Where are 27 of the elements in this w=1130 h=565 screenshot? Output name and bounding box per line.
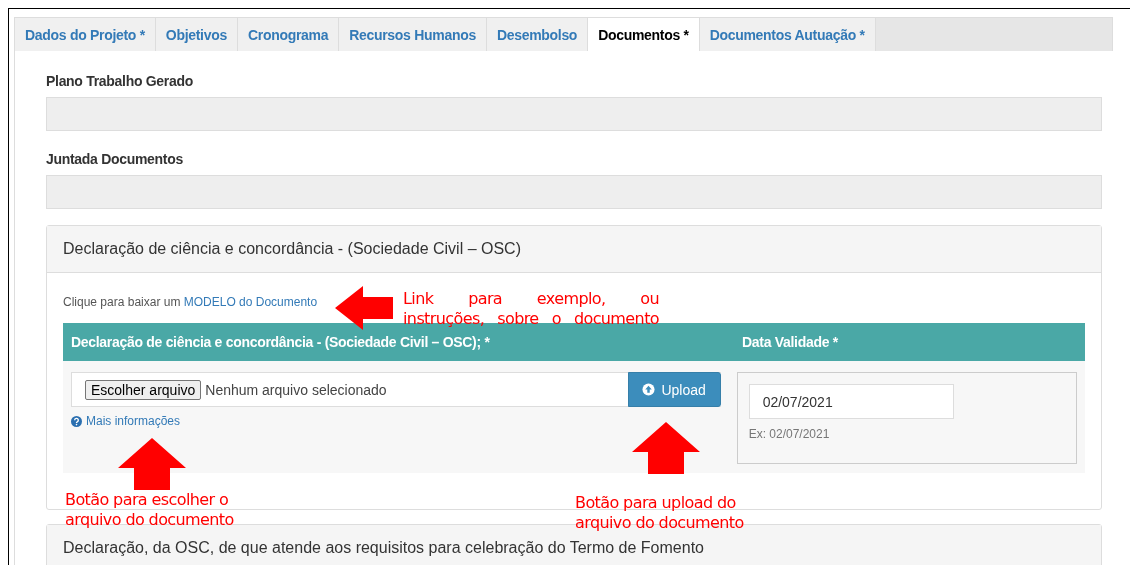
column-header: Declaração de ciência e concordância - (Sociedade Civil – OSC); * [70, 333, 491, 352]
upload-button[interactable]: Upload [627, 372, 721, 407]
upload-icon [642, 383, 656, 396]
choose-file-button[interactable]: Escolher arquivo [85, 379, 202, 400]
field-label: Plano Trabalho Gerado [46, 73, 194, 89]
annotation-note: Link para exemplo, ou instruções, sobre o documento [403, 289, 659, 329]
tab[interactable]: Recursos Humanos [339, 18, 487, 51]
info-link[interactable]: Mais informações [86, 414, 181, 428]
tab[interactable]: Desembolso [486, 18, 589, 51]
column-header: Data Validade * [741, 333, 839, 352]
file-input[interactable]: Escolher arquivo Nenhum arquivo selecionado Upload [71, 372, 721, 407]
arrow-annotation [335, 286, 393, 330]
model-link[interactable]: MODELO do Documento [183, 295, 318, 309]
tab[interactable]: Cronograma [237, 18, 340, 51]
tab[interactable]: Documentos Autuação * [699, 18, 876, 51]
help-icon [71, 415, 82, 427]
arrow-annotation [118, 438, 186, 490]
field-label: Juntada Documentos [46, 151, 184, 167]
date-field[interactable]: 02/07/2021 [748, 384, 954, 419]
date-hint: Ex: 02/07/2021 [748, 427, 831, 441]
arrow-annotation [632, 422, 700, 474]
file-status: Nenhum arquivo selecionado [205, 381, 388, 398]
tab[interactable]: Objetivos [155, 18, 238, 51]
download-hint: Clique para baixar um MODELO do Documento [63, 295, 318, 309]
tab[interactable]: Dados do Projeto * [15, 18, 156, 51]
panel-title[interactable]: Declaração de ciência e concordância - (Sociedade Civil – OSC) [47, 226, 1101, 273]
tab[interactable]: Documentos * [588, 18, 700, 51]
